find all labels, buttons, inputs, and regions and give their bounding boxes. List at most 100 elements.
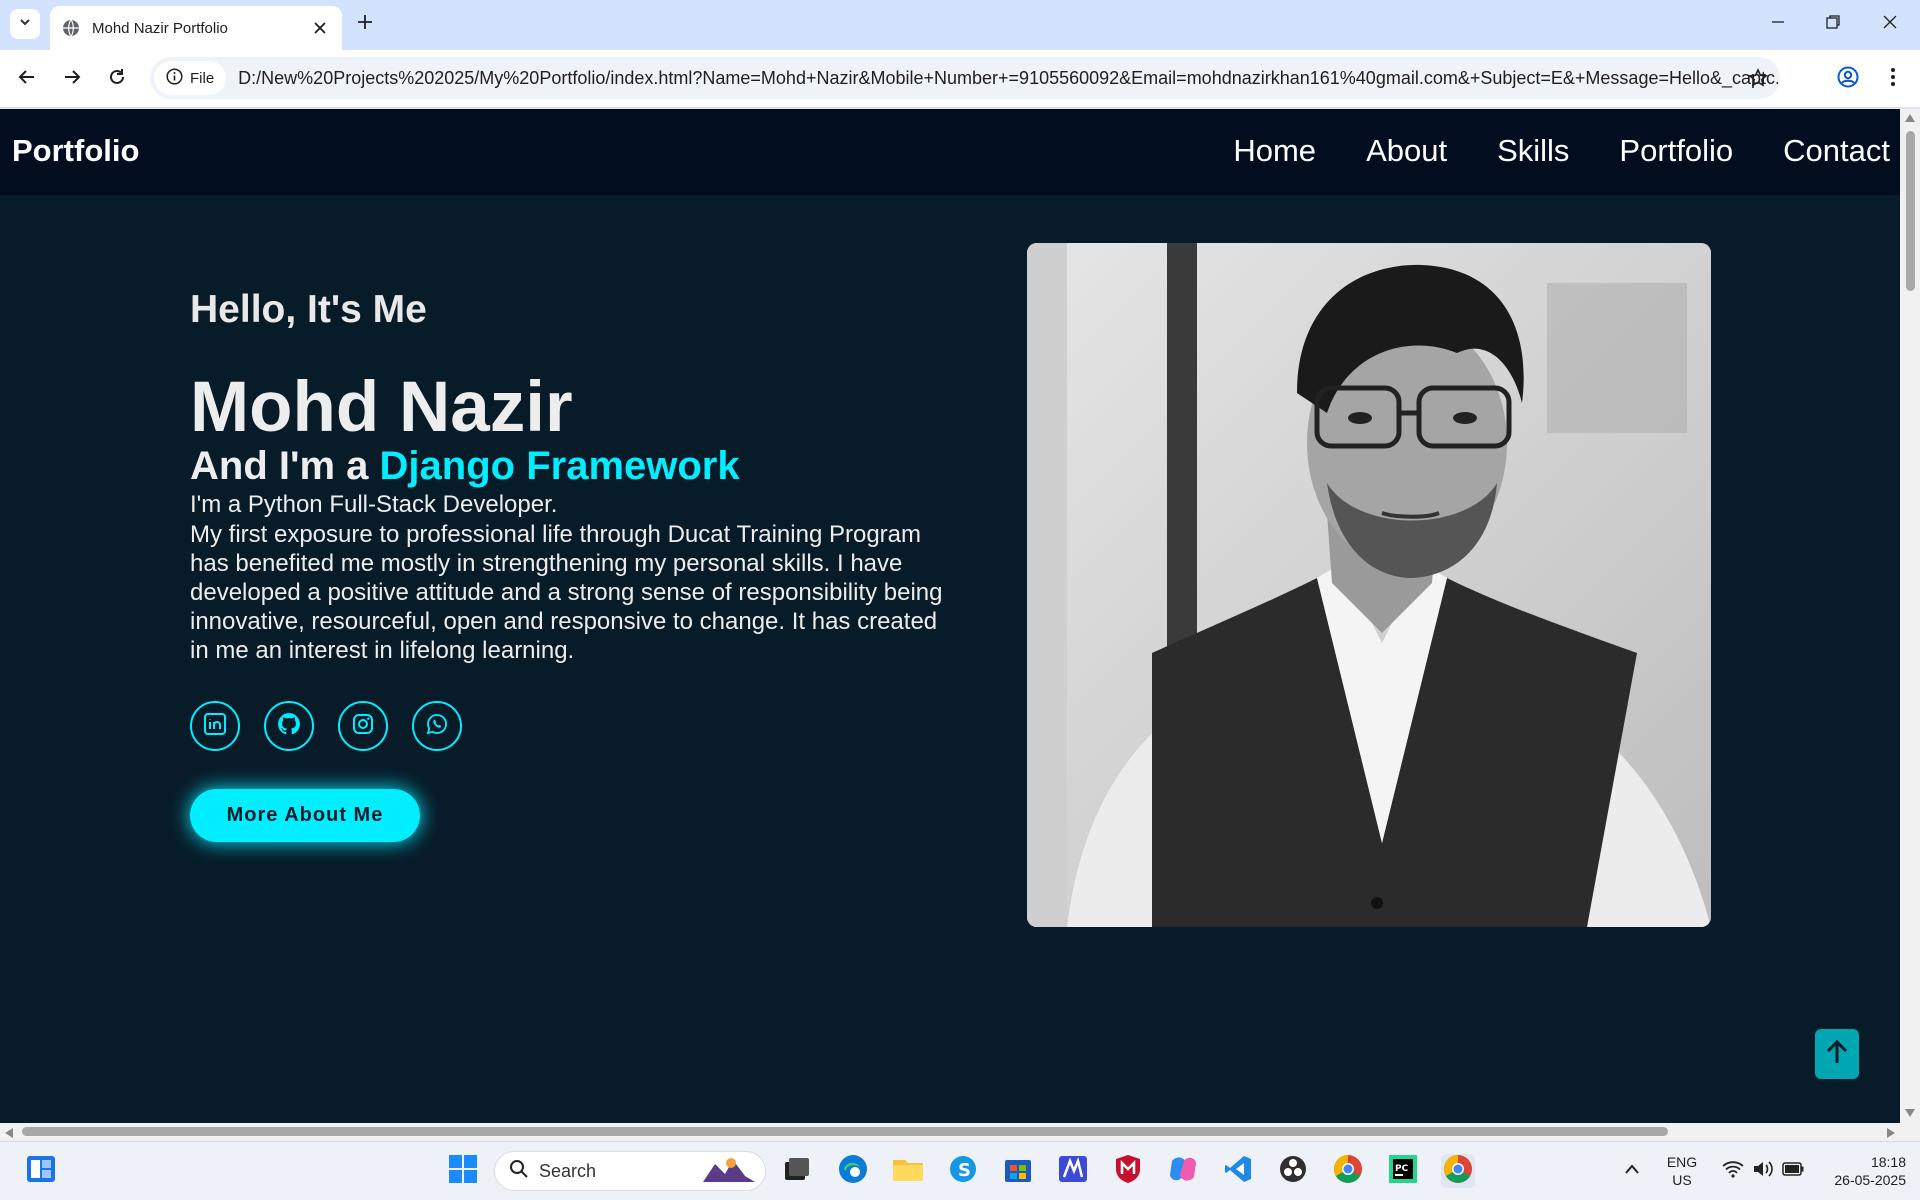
hero-role: And I'm a Django Framework (190, 444, 740, 489)
edge-taskbar-button[interactable] (836, 1154, 870, 1188)
browser-menu-button[interactable] (1878, 64, 1908, 94)
linkedin-link[interactable] (190, 701, 240, 751)
back-button[interactable] (12, 64, 42, 94)
more-vert-icon (1890, 67, 1896, 92)
skype-icon: S (949, 1155, 977, 1188)
chrome-button-2-active[interactable] (1441, 1154, 1475, 1188)
nav-portfolio[interactable]: Portfolio (1619, 133, 1733, 169)
arrow-right-icon (62, 67, 82, 92)
file-explorer-button[interactable] (891, 1154, 925, 1188)
whatsapp-icon (425, 712, 449, 741)
site-info-chip[interactable]: File (154, 61, 227, 95)
tab-search-dropdown[interactable] (10, 9, 40, 39)
site-logo[interactable]: Portfolio (12, 133, 139, 169)
app-button-m[interactable] (1056, 1154, 1090, 1188)
pycharm-icon: PC (1389, 1154, 1417, 1188)
chip-label: File (190, 69, 215, 87)
obs-icon (1279, 1155, 1307, 1188)
scroll-down-arrow-icon[interactable] (1905, 1109, 1915, 1117)
vertical-scroll-thumb[interactable] (1906, 131, 1915, 291)
new-tab-button[interactable] (352, 11, 378, 37)
bookmark-star-icon[interactable] (1744, 64, 1772, 92)
start-button[interactable] (446, 1154, 480, 1188)
folder-icon (892, 1155, 924, 1188)
chrome-button-1[interactable] (1331, 1154, 1365, 1188)
close-window-button[interactable] (1872, 10, 1908, 38)
mcafee-shield-icon (1115, 1154, 1141, 1189)
scroll-right-arrow-icon[interactable] (1887, 1128, 1895, 1138)
browser-toolbar: File D:/New%20Projects%202025/My%20Portf… (0, 50, 1920, 108)
wifi-icon (1722, 1160, 1744, 1183)
nav-skills[interactable]: Skills (1497, 133, 1569, 169)
role-accent: Django Framework (379, 444, 740, 488)
site-nav: Home About Skills Portfolio Contact (1183, 133, 1890, 169)
horizontal-scrollbar[interactable] (0, 1123, 1920, 1141)
copilot-icon (1168, 1155, 1198, 1188)
task-view-icon (784, 1157, 810, 1186)
clock-date: 26-05-2025 (1834, 1172, 1906, 1188)
widgets-button[interactable] (24, 1154, 58, 1188)
lang-top: ENG (1666, 1154, 1698, 1170)
chevron-down-icon (18, 15, 32, 34)
github-link[interactable] (264, 701, 314, 751)
vertical-scrollbar[interactable] (1900, 109, 1920, 1123)
copilot-button[interactable] (1166, 1154, 1200, 1188)
nav-home[interactable]: Home (1233, 133, 1316, 169)
volume-icon (1752, 1160, 1774, 1183)
url-text: D:/New%20Projects%202025/My%20Portfolio/… (238, 67, 1779, 88)
profile-button[interactable] (1833, 64, 1863, 94)
windows-logo-icon (449, 1154, 477, 1188)
tray-overflow-button[interactable] (1615, 1154, 1649, 1188)
skype-button[interactable]: S (946, 1154, 980, 1188)
role-prefix: And I'm a (190, 444, 380, 488)
widgets-icon (26, 1155, 56, 1188)
scroll-left-arrow-icon[interactable] (5, 1128, 13, 1138)
taskbar-search[interactable]: Search (494, 1151, 766, 1191)
clock[interactable]: 18:18 26-05-2025 (1810, 1153, 1910, 1189)
close-icon (1883, 15, 1897, 34)
minimize-button[interactable] (1760, 10, 1796, 38)
globe-icon (62, 19, 80, 37)
vscode-button[interactable] (1221, 1154, 1255, 1188)
address-bar[interactable]: File D:/New%20Projects%202025/My%20Portf… (150, 57, 1780, 99)
instagram-link[interactable] (338, 701, 388, 751)
chevron-up-icon (1624, 1162, 1640, 1180)
minimize-icon (1771, 15, 1785, 34)
hero-greeting: Hello, It's Me (190, 288, 427, 331)
restore-button[interactable] (1815, 10, 1851, 38)
search-highlight-icon (701, 1154, 757, 1189)
scroll-up-arrow-icon[interactable] (1905, 114, 1915, 122)
task-view-button[interactable] (780, 1154, 814, 1188)
mathpix-icon (1058, 1155, 1088, 1188)
scroll-to-top-button[interactable] (1815, 1029, 1859, 1079)
profile-photo (1027, 243, 1711, 927)
arrow-up-icon (1825, 1039, 1849, 1070)
forward-button[interactable] (57, 64, 87, 94)
whatsapp-link[interactable] (412, 701, 462, 751)
hero-subtitle: I'm a Python Full-Stack Developer. (190, 491, 558, 518)
linkedin-icon (203, 712, 227, 741)
quick-settings-button[interactable] (1708, 1154, 1818, 1188)
instagram-icon (351, 712, 375, 741)
mcafee-button[interactable] (1111, 1154, 1145, 1188)
more-about-me-button[interactable]: More About Me (190, 789, 420, 842)
nav-about[interactable]: About (1366, 133, 1447, 169)
taskbar: Search S PC ENG US 18:18 26-05-2025 (0, 1141, 1920, 1200)
plus-icon (357, 14, 373, 35)
edge-icon (838, 1154, 868, 1189)
clock-time: 18:18 (1870, 1154, 1906, 1170)
vscode-icon (1224, 1155, 1252, 1188)
obs-button[interactable] (1276, 1154, 1310, 1188)
close-tab-icon[interactable] (310, 18, 330, 38)
lang-bottom: US (1672, 1172, 1692, 1188)
active-tab[interactable]: Mohd Nazir Portfolio (50, 6, 342, 50)
browser-tab-strip: Mohd Nazir Portfolio (0, 0, 1920, 50)
nav-contact[interactable]: Contact (1783, 133, 1890, 169)
github-icon (276, 711, 302, 742)
language-indicator[interactable]: ENG US (1658, 1153, 1706, 1189)
horizontal-scroll-thumb[interactable] (22, 1127, 1668, 1136)
pycharm-button[interactable]: PC (1386, 1154, 1420, 1188)
reload-button[interactable] (102, 64, 132, 94)
store-button[interactable] (1001, 1154, 1035, 1188)
hero-bio: My first exposure to professional life t… (190, 521, 943, 664)
